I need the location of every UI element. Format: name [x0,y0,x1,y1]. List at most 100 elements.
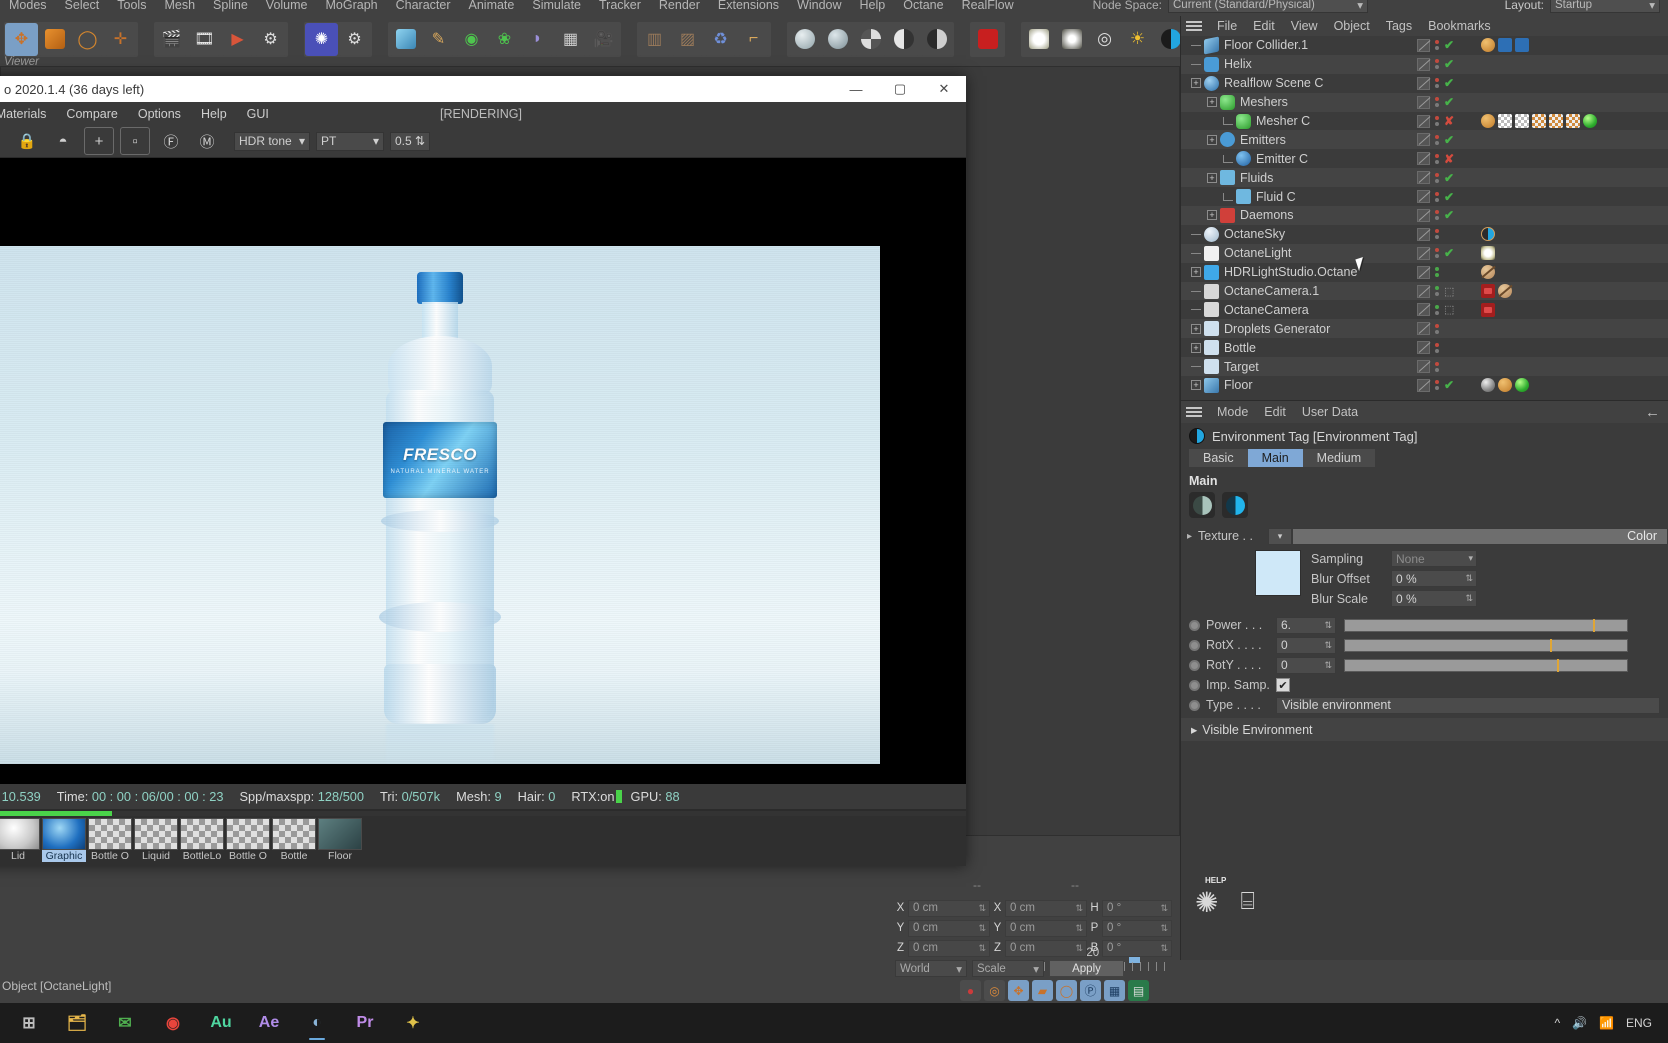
visibility-dots[interactable] [1435,267,1439,278]
editable-toggle-icon[interactable] [1417,341,1430,355]
tree-toggle[interactable]: + [1191,323,1204,334]
material-thumbnail[interactable] [42,818,86,850]
tag-green-icon[interactable] [1515,378,1529,393]
node-editor-icon[interactable]: ⌸ [1240,888,1254,916]
expand-icon[interactable]: + [1207,210,1217,221]
oc-menu-options[interactable]: Options [128,107,191,121]
menu-volume[interactable]: Volume [257,0,317,12]
coord-field-h[interactable]: 0 ° ⇅ [1102,899,1172,917]
expand-icon[interactable]: + [1207,172,1217,183]
oc-menu-gui[interactable]: GUI [237,107,279,121]
object-row-realflow-scene-c[interactable]: + Realflow Scene C ✔ [1181,74,1668,93]
object-row-emitter-c[interactable]: Emitter C ✘ [1181,149,1668,168]
tree-toggle[interactable]: + [1207,210,1220,221]
menu-octane[interactable]: Octane [894,0,952,12]
object-row-emitters[interactable]: + Emitters ✔ [1181,130,1668,150]
expand-icon[interactable]: + [1191,342,1201,353]
render-queue-icon[interactable]: ▶ [221,22,254,56]
object-row-octanecamera[interactable]: OctaneCamera ⬚ [1181,300,1668,319]
enabled-check-icon[interactable]: ✔ [1444,76,1454,90]
octane-render-icon[interactable]: ✺ [305,22,338,56]
material-item[interactable]: Bottle [272,818,316,862]
render-settings-gear-icon[interactable]: ✹ [0,127,6,155]
material-item[interactable]: Bottle O [88,818,132,862]
visibility-dots[interactable] [1435,248,1439,259]
preview-swatch-cyan[interactable] [1222,492,1248,518]
tag-blue-icon[interactable] [1498,38,1512,53]
tag-checkdark-icon[interactable] [1515,114,1529,128]
texture-color-field[interactable]: Color [1292,527,1668,545]
chrome-icon[interactable]: ◉ [154,1004,192,1042]
render-view-icon[interactable]: 🎬 [155,22,188,56]
minimize-icon[interactable]: — [834,76,878,102]
roty-field[interactable]: 0 ⇅ [1276,656,1336,674]
target-light-icon[interactable]: ◎ [1088,22,1121,56]
visibility-dots[interactable] [1435,361,1439,372]
coord-field-z-pos[interactable]: 0 cm ⇅ [908,939,990,957]
tab-main[interactable]: Main [1247,449,1303,467]
menu-extensions[interactable]: Extensions [709,0,788,12]
enabled-check-icon[interactable]: ✔ [1444,171,1454,185]
visibility-dots[interactable] [1435,134,1439,145]
type-select[interactable]: Visible environment [1276,696,1660,714]
tab-basic[interactable]: Basic [1189,449,1248,467]
tag-orange2-icon[interactable] [1498,378,1512,393]
coord-space-select[interactable]: World ▾ [895,960,967,977]
material-diffuse-icon[interactable] [788,22,821,56]
material-thumbnail[interactable] [226,818,270,850]
start-icon[interactable]: ⊞ [10,1004,48,1042]
tree-toggle[interactable] [1191,63,1204,65]
editable-toggle-icon[interactable] [1417,190,1430,204]
visibility-dots[interactable] [1435,342,1439,353]
editable-toggle-icon[interactable] [1417,38,1430,52]
enabled-check-icon[interactable]: ✔ [1444,95,1454,109]
material-item[interactable]: Lid [0,818,40,862]
tag-orange2-icon[interactable] [1481,38,1495,53]
imp-samp-checkbox[interactable]: ✔ [1276,678,1290,692]
sun-icon[interactable]: ☀ [1121,22,1154,56]
spinner-icon[interactable]: ⇅ [1160,903,1168,914]
blur-offset-field[interactable]: 0 % ⇅ [1391,570,1477,587]
exposure-field[interactable]: 0.5 ⇅ [390,131,430,151]
mograph-icon[interactable]: ❀ [488,22,521,56]
scale-tool-icon[interactable] [38,22,71,56]
imp-samp-animate-icon[interactable] [1189,679,1200,691]
coord-field-z-size[interactable]: 0 cm ⇅ [1005,939,1087,957]
coord-field-x-pos[interactable]: 0 cm ⇅ [908,899,990,917]
coord-field-y-pos[interactable]: 0 cm ⇅ [908,919,990,937]
maximize-icon[interactable]: ▢ [878,76,922,102]
om-menu-bookmarks[interactable]: Bookmarks [1420,19,1499,33]
camera-icon[interactable]: 🎥 [587,22,620,56]
tree-toggle[interactable] [1191,366,1204,368]
enabled-check-icon[interactable]: ✔ [1444,190,1454,204]
tag-checker-icon[interactable] [1498,114,1512,128]
om-menu-view[interactable]: View [1283,19,1326,33]
menu-simulate[interactable]: Simulate [523,0,590,12]
lock-resolution-icon[interactable]: 🔒 [12,127,42,155]
apply-button[interactable]: Apply [1049,960,1124,977]
material-item[interactable]: Liquid [134,818,178,862]
om-menu-edit[interactable]: Edit [1245,19,1283,33]
expand-icon[interactable]: + [1191,267,1201,278]
enabled-check-icon[interactable]: ✔ [1444,57,1454,71]
add-region-icon[interactable]: + [84,127,114,155]
move-tool-icon[interactable]: ✥ [5,22,38,56]
roty-slider[interactable] [1344,658,1628,672]
coord-mode-select[interactable]: Scale ▾ [972,960,1044,977]
om-menu-object[interactable]: Object [1326,19,1378,33]
object-row-octanelight[interactable]: OctaneLight ✔ [1181,243,1668,263]
tag-envblue-icon[interactable] [1481,227,1495,242]
rotx-animate-icon[interactable] [1189,639,1200,651]
editable-toggle-icon[interactable] [1417,57,1430,71]
editable-toggle-icon[interactable] [1417,95,1430,109]
expand-icon[interactable]: + [1207,97,1217,108]
am-menu-mode[interactable]: Mode [1209,405,1256,419]
tag-cam-icon[interactable] [1481,284,1495,299]
tag-light-icon[interactable] [1481,246,1495,261]
material-thumbnail[interactable] [180,818,224,850]
texture-type-combo[interactable]: ▾ [1268,527,1293,545]
tree-toggle[interactable] [1223,154,1236,163]
visibility-dots[interactable] [1435,380,1439,391]
layout-combo[interactable]: Startup ▾ [1550,0,1660,13]
visibility-dots[interactable] [1435,78,1439,89]
